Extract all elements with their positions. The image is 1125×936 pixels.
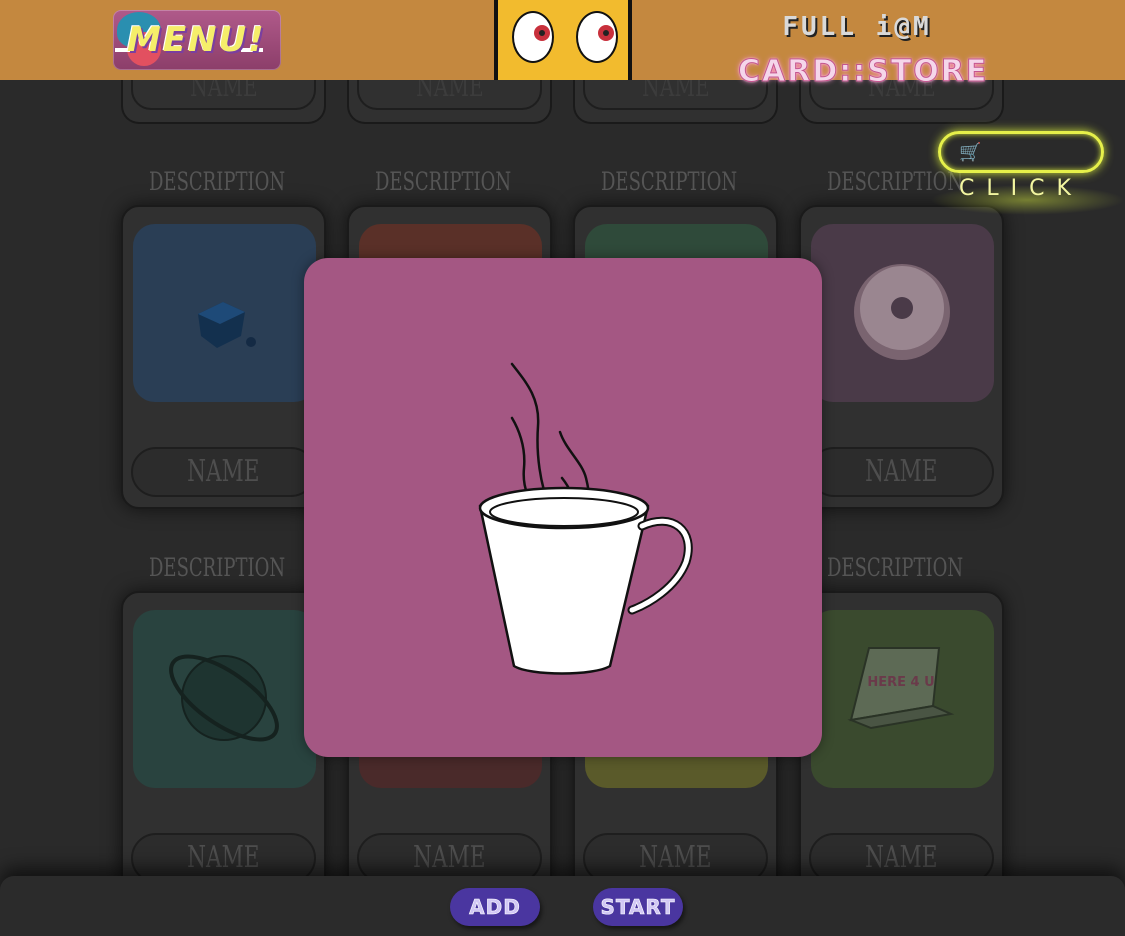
product-card-planet[interactable]: DESCRIPTION NAME — [121, 553, 326, 895]
card-art: HERE 4 U — [811, 610, 994, 788]
add-button[interactable]: ADD — [450, 888, 540, 926]
card-art — [133, 610, 316, 788]
product-card-pizza[interactable]: DESCRIPTION HERE 4 U NAME — [799, 553, 1004, 895]
click-label: CLICK — [959, 176, 1083, 201]
card-description: DESCRIPTION — [601, 167, 738, 196]
pizza-box-icon: HERE 4 U — [847, 647, 955, 730]
card-description: DESCRIPTION — [375, 167, 512, 196]
product-modal[interactable] — [304, 258, 822, 757]
card-description: DESCRIPTION — [149, 553, 286, 582]
store-title-bottom: CARD::STORE — [738, 54, 989, 90]
planet-icon — [169, 654, 279, 742]
store-title-top: FULL i@M — [782, 12, 932, 42]
card-top-2: NAME — [347, 74, 552, 124]
pizza-box-text: HERE 4 U — [867, 675, 934, 690]
start-button[interactable]: START — [593, 888, 683, 926]
eyes-logo — [494, 0, 632, 80]
cube-icon — [198, 302, 256, 348]
menu-label: MENU! — [127, 20, 266, 60]
click-button[interactable]: 🛒 CLICK — [938, 131, 1104, 201]
coffee-cup-icon — [478, 362, 693, 675]
left-eye-icon — [512, 11, 554, 63]
cart-icon: 🛒 — [959, 142, 982, 163]
donut-icon — [854, 264, 950, 360]
product-card-cube[interactable]: DESCRIPTION NAME — [121, 167, 326, 509]
card-description: DESCRIPTION — [827, 553, 964, 582]
top-bar: MENU! FULL i@M CARD::STORE — [0, 0, 1125, 90]
menu-button[interactable]: MENU! — [113, 10, 281, 70]
card-art — [133, 224, 316, 402]
card-name: NAME — [131, 447, 316, 497]
card-name: NAME — [809, 447, 994, 497]
bottom-bar: ADD START — [0, 876, 1125, 936]
right-eye-icon — [576, 11, 618, 63]
product-card-donut[interactable]: DESCRIPTION NAME — [799, 167, 1004, 509]
card-top-1: NAME — [121, 74, 326, 124]
card-description: DESCRIPTION — [149, 167, 286, 196]
card-art — [811, 224, 994, 402]
